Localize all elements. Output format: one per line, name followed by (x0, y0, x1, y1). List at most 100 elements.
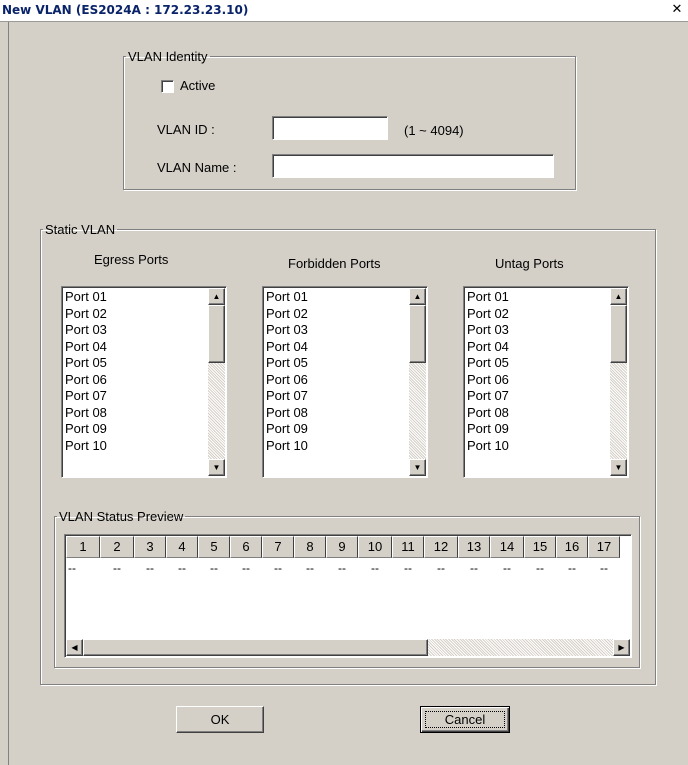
preview-column-header: 14 (490, 536, 524, 558)
preview-cell: -- (178, 561, 186, 575)
preview-cell: -- (274, 561, 282, 575)
static-vlan-legend: Static VLAN (45, 222, 116, 237)
list-item[interactable]: Port 10 (266, 438, 308, 455)
preview-column-header: 9 (326, 536, 358, 558)
list-item[interactable]: Port 02 (467, 306, 509, 323)
vlan-name-label: VLAN Name : (157, 160, 237, 175)
list-item[interactable]: Port 04 (65, 339, 107, 356)
forbidden-ports-title: Forbidden Ports (288, 256, 381, 271)
preview-cell: -- (404, 561, 412, 575)
list-item[interactable]: Port 04 (266, 339, 308, 356)
close-icon[interactable]: ✕ (670, 3, 684, 17)
preview-column-header: 1 (66, 536, 100, 558)
list-item[interactable]: Port 05 (65, 355, 107, 372)
list-item[interactable]: Port 07 (65, 388, 107, 405)
preview-column-header: 16 (556, 536, 588, 558)
active-label[interactable]: Active (180, 78, 215, 93)
vlan-id-range-hint: (1 ~ 4094) (404, 123, 464, 138)
scroll-right-icon[interactable]: ▶ (613, 639, 630, 656)
list-item[interactable]: Port 01 (467, 289, 509, 306)
preview-column-header: 8 (294, 536, 326, 558)
vlan-status-preview-legend: VLAN Status Preview (59, 509, 184, 524)
vlan-id-input[interactable] (272, 116, 388, 140)
list-item[interactable]: Port 08 (65, 405, 107, 422)
preview-column-header: 11 (392, 536, 424, 558)
preview-cell: -- (503, 561, 511, 575)
list-item[interactable]: Port 01 (65, 289, 107, 306)
list-item[interactable]: Port 08 (467, 405, 509, 422)
list-item[interactable]: Port 06 (266, 372, 308, 389)
scroll-thumb[interactable] (610, 305, 627, 363)
list-item[interactable]: Port 04 (467, 339, 509, 356)
active-checkbox[interactable] (161, 80, 174, 93)
list-item[interactable]: Port 09 (266, 421, 308, 438)
scroll-thumb[interactable] (208, 305, 225, 363)
preview-column-header: 10 (358, 536, 392, 558)
scroll-up-icon[interactable]: ▲ (610, 288, 627, 305)
window-left-border (8, 22, 9, 765)
list-item[interactable]: Port 03 (467, 322, 509, 339)
focus-indicator (425, 711, 505, 728)
preview-column-header: 15 (524, 536, 556, 558)
preview-cell: -- (470, 561, 478, 575)
preview-column-header: 4 (166, 536, 198, 558)
ok-button[interactable]: OK (176, 706, 264, 733)
scroll-up-icon[interactable]: ▲ (409, 288, 426, 305)
preview-column-header: 17 (588, 536, 620, 558)
preview-cell: -- (306, 561, 314, 575)
list-item[interactable]: Port 06 (65, 372, 107, 389)
list-item[interactable]: Port 03 (266, 322, 308, 339)
list-item[interactable]: Port 07 (266, 388, 308, 405)
scroll-down-icon[interactable]: ▼ (409, 459, 426, 476)
cancel-button[interactable]: Cancel (420, 706, 510, 733)
scroll-up-icon[interactable]: ▲ (208, 288, 225, 305)
scroll-down-icon[interactable]: ▼ (208, 459, 225, 476)
forbidden-vertical-scrollbar[interactable]: ▲ ▼ (409, 288, 426, 476)
preview-column-header: 3 (134, 536, 166, 558)
preview-value-row: -- -- -- -- -- -- -- -- -- -- -- -- -- -… (66, 561, 620, 575)
preview-cell: -- (536, 561, 544, 575)
vlan-status-preview-table[interactable]: 1 2 3 4 5 6 7 8 9 10 11 12 13 14 15 16 1… (64, 534, 632, 658)
preview-cell: -- (242, 561, 250, 575)
preview-column-header: 5 (198, 536, 230, 558)
vlan-id-label: VLAN ID : (157, 122, 215, 137)
list-item[interactable]: Port 06 (467, 372, 509, 389)
list-item[interactable]: Port 09 (467, 421, 509, 438)
preview-column-header: 6 (230, 536, 262, 558)
egress-ports-list[interactable]: Port 01 Port 02 Port 03 Port 04 Port 05 … (61, 286, 227, 478)
preview-cell: -- (437, 561, 445, 575)
list-item[interactable]: Port 05 (467, 355, 509, 372)
list-item[interactable]: Port 08 (266, 405, 308, 422)
egress-vertical-scrollbar[interactable]: ▲ ▼ (208, 288, 225, 476)
window-title: New VLAN (ES2024A : 172.23.23.10) (2, 3, 249, 17)
list-item[interactable]: Port 02 (266, 306, 308, 323)
scroll-down-icon[interactable]: ▼ (610, 459, 627, 476)
scroll-thumb[interactable] (409, 305, 426, 363)
scroll-left-icon[interactable]: ◀ (66, 639, 83, 656)
preview-column-header: 2 (100, 536, 134, 558)
preview-column-header: 13 (458, 536, 490, 558)
window-titlebar[interactable]: New VLAN (ES2024A : 172.23.23.10) ✕ (0, 0, 688, 22)
list-item[interactable]: Port 05 (266, 355, 308, 372)
preview-header-row: 1 2 3 4 5 6 7 8 9 10 11 12 13 14 15 16 1… (66, 536, 620, 558)
list-item[interactable]: Port 10 (467, 438, 509, 455)
preview-cell: -- (68, 561, 76, 575)
untag-ports-list[interactable]: Port 01 Port 02 Port 03 Port 04 Port 05 … (463, 286, 629, 478)
vlan-name-input[interactable] (272, 154, 554, 178)
egress-ports-title: Egress Ports (94, 252, 169, 267)
untag-vertical-scrollbar[interactable]: ▲ ▼ (610, 288, 627, 476)
preview-cell: -- (600, 561, 608, 575)
preview-cell: -- (568, 561, 576, 575)
list-item[interactable]: Port 02 (65, 306, 107, 323)
preview-horizontal-scrollbar[interactable]: ◀ ▶ (66, 639, 630, 656)
scroll-thumb[interactable] (83, 639, 428, 656)
list-item[interactable]: Port 01 (266, 289, 308, 306)
list-item[interactable]: Port 07 (467, 388, 509, 405)
preview-cell: -- (371, 561, 379, 575)
list-item[interactable]: Port 09 (65, 421, 107, 438)
list-item[interactable]: Port 03 (65, 322, 107, 339)
forbidden-ports-list[interactable]: Port 01 Port 02 Port 03 Port 04 Port 05 … (262, 286, 428, 478)
list-item[interactable]: Port 10 (65, 438, 107, 455)
preview-cell: -- (146, 561, 154, 575)
preview-cell: -- (338, 561, 346, 575)
